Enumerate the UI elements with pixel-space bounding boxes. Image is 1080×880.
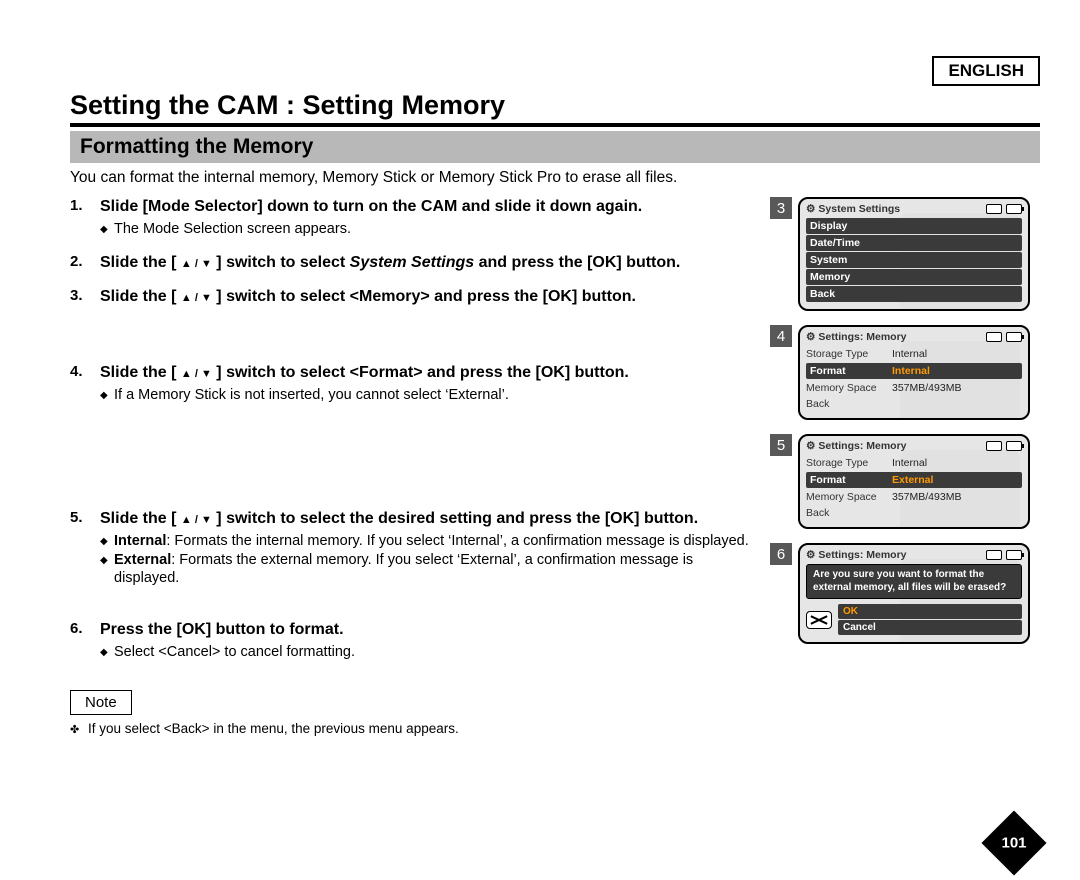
- step-2-head: Slide the [ ▲ / ▼ ] switch to select Sys…: [100, 253, 762, 273]
- confirm-cancel-button[interactable]: Cancel: [838, 620, 1022, 635]
- step-6-bullet: Select <Cancel> to cancel formatting.: [100, 643, 762, 662]
- step-4: Slide the [ ▲ / ▼ ] switch to select <Fo…: [70, 363, 762, 495]
- step-5-head: Slide the [ ▲ / ▼ ] switch to select the…: [100, 509, 762, 529]
- row-format-selected[interactable]: FormatExternal: [806, 472, 1022, 488]
- row-memory-space: Memory Space357MB/493MB: [806, 489, 1022, 505]
- row-back[interactable]: Back: [806, 505, 1022, 521]
- page-number: 101: [1001, 835, 1026, 852]
- menu-item-system[interactable]: System: [806, 252, 1022, 268]
- menu-item-display[interactable]: Display: [806, 218, 1022, 234]
- row-memory-space: Memory Space357MB/493MB: [806, 380, 1022, 396]
- battery-icon: [1006, 332, 1022, 342]
- screen-6-number: 6: [770, 543, 792, 565]
- screen-4-number: 4: [770, 325, 792, 347]
- step-4-head: Slide the [ ▲ / ▼ ] switch to select <Fo…: [100, 363, 762, 383]
- row-storage-type[interactable]: Storage TypeInternal: [806, 455, 1022, 471]
- note-text: If you select <Back> in the menu, the pr…: [70, 721, 762, 736]
- screen-5-block: 5 ⚙Settings: Memory Storage TypeInternal…: [770, 434, 1040, 529]
- page-number-badge: 101: [988, 820, 1040, 866]
- up-down-icon: ▲ / ▼: [181, 368, 212, 380]
- section-subtitle: Formatting the Memory: [70, 131, 1040, 163]
- up-down-icon: ▲ / ▼: [181, 514, 212, 526]
- card-icon: [986, 332, 1002, 342]
- card-icon: [986, 550, 1002, 560]
- card-icon: [986, 441, 1002, 451]
- step-4-bullet: If a Memory Stick is not inserted, you c…: [100, 386, 762, 405]
- screen-3-block: 3 ⚙System Settings Display Date/Time Sys…: [770, 197, 1040, 311]
- step-3: Slide the [ ▲ / ▼ ] switch to select <Me…: [70, 287, 762, 349]
- confirm-message: Are you sure you want to format the exte…: [806, 564, 1022, 599]
- settings-icon: ⚙: [806, 549, 815, 561]
- row-storage-type[interactable]: Storage TypeInternal: [806, 346, 1022, 362]
- screen-3: ⚙System Settings Display Date/Time Syste…: [798, 197, 1030, 311]
- step-1-head: Slide [Mode Selector] down to turn on th…: [100, 197, 762, 217]
- screen-5: ⚙Settings: Memory Storage TypeInternal F…: [798, 434, 1030, 529]
- settings-icon: ⚙: [806, 440, 815, 452]
- step-5-bullet-external: External: Formats the external memory. I…: [100, 551, 762, 589]
- card-icon: [986, 204, 1002, 214]
- screens-column: 3 ⚙System Settings Display Date/Time Sys…: [770, 197, 1040, 736]
- instructions-column: Slide [Mode Selector] down to turn on th…: [70, 197, 762, 736]
- confirm-ok-button[interactable]: OK: [838, 604, 1022, 619]
- menu-item-memory[interactable]: Memory: [806, 269, 1022, 285]
- screen-5-number: 5: [770, 434, 792, 456]
- step-3-head: Slide the [ ▲ / ▼ ] switch to select <Me…: [100, 287, 762, 307]
- note-label: Note: [70, 690, 132, 715]
- battery-icon: [1006, 204, 1022, 214]
- language-badge: ENGLISH: [932, 56, 1040, 86]
- intro-text: You can format the internal memory, Memo…: [70, 169, 1040, 187]
- step-5-bullet-internal: Internal: Formats the internal memory. I…: [100, 532, 762, 551]
- up-down-icon: ▲ / ▼: [181, 292, 212, 304]
- up-down-icon: ▲ / ▼: [181, 258, 212, 270]
- battery-icon: [1006, 441, 1022, 451]
- screen-3-number: 3: [770, 197, 792, 219]
- row-back[interactable]: Back: [806, 396, 1022, 412]
- step-5: Slide the [ ▲ / ▼ ] switch to select the…: [70, 509, 762, 607]
- screen-6: ⚙Settings: Memory Are you sure you want …: [798, 543, 1030, 644]
- settings-icon: ⚙: [806, 203, 815, 215]
- step-1: Slide [Mode Selector] down to turn on th…: [70, 197, 762, 239]
- row-format-selected[interactable]: FormatInternal: [806, 363, 1022, 379]
- screen-4-block: 4 ⚙Settings: Memory Storage TypeInternal…: [770, 325, 1040, 420]
- settings-icon: ⚙: [806, 331, 815, 343]
- menu-item-datetime[interactable]: Date/Time: [806, 235, 1022, 251]
- step-6-head: Press the [OK] button to format.: [100, 620, 762, 640]
- menu-item-back[interactable]: Back: [806, 286, 1022, 302]
- page-title: Setting the CAM : Setting Memory: [70, 90, 1040, 127]
- step-6: Press the [OK] button to format. Select …: [70, 620, 762, 662]
- step-1-bullet: The Mode Selection screen appears.: [100, 220, 762, 239]
- cancel-glyph-icon: [806, 611, 832, 629]
- screen-6-block: 6 ⚙Settings: Memory Are you sure you wan…: [770, 543, 1040, 644]
- step-2: Slide the [ ▲ / ▼ ] switch to select Sys…: [70, 253, 762, 273]
- screen-4: ⚙Settings: Memory Storage TypeInternal F…: [798, 325, 1030, 420]
- battery-icon: [1006, 550, 1022, 560]
